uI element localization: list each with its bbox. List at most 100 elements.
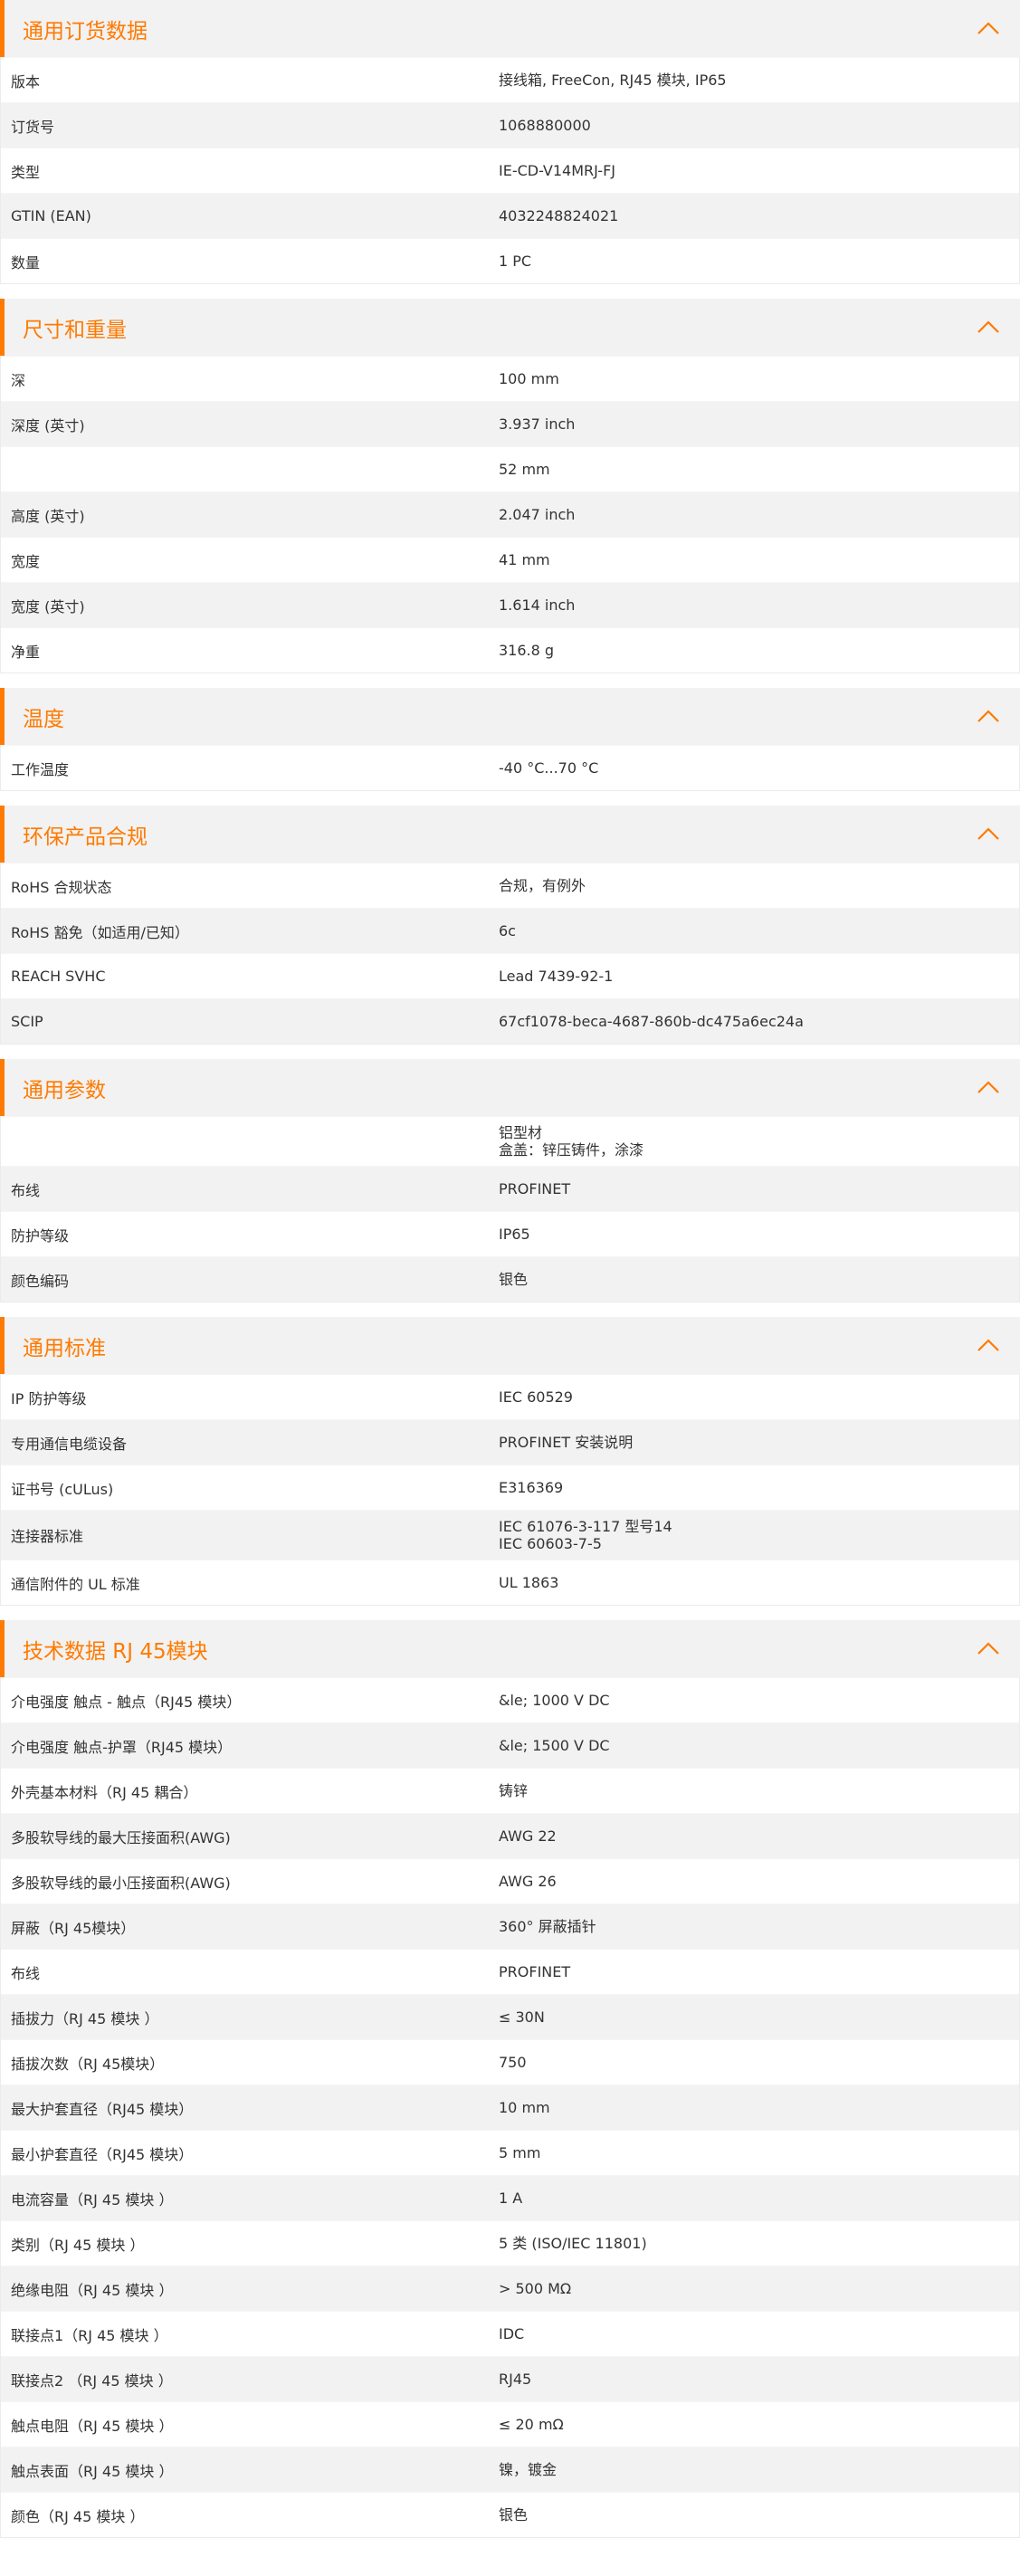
spec-label: 宽度 (英寸) xyxy=(11,597,85,615)
spec-row: 布线 PROFINET xyxy=(1,1166,1019,1211)
spec-table: 版本 接线箱, FreeCon, RJ45 模块, IP65 订货号 10688800… xyxy=(0,57,1020,284)
spec-value: IP65 xyxy=(499,1226,530,1243)
spec-value: ≤ 30N xyxy=(499,2008,545,2026)
spec-row: 插拔力（RJ 45 模块 ） ≤ 30N xyxy=(1,1994,1019,2039)
spec-row: 专用通信电缆设备 PROFINET 安装说明 xyxy=(1,1419,1019,1465)
section-title: 尺寸和重量 xyxy=(23,318,127,342)
spec-label: 布线 xyxy=(11,1964,41,1982)
spec-label: 触点电阻（RJ 45 模块 ） xyxy=(11,2417,174,2435)
section-accent-bar xyxy=(0,806,5,863)
spec-table: 介电强度 触点 - 触点（RJ45 模块） &le; 1000 V DC 介电强度 … xyxy=(0,1677,1020,2538)
spec-label: 通信附件的 UL 标准 xyxy=(11,1575,140,1593)
section-header[interactable]: 温度 xyxy=(0,688,1020,745)
chevron-up-icon[interactable] xyxy=(975,15,1002,43)
spec-value: 5 类 (ISO/IEC 11801) xyxy=(499,2235,647,2252)
spec-row: 高度 (英寸) 2.047 inch xyxy=(1,491,1019,537)
spec-value: UL 1863 xyxy=(499,1574,559,1591)
section-header[interactable]: 通用标准 xyxy=(0,1317,1020,1374)
section-accent-bar xyxy=(0,1059,5,1116)
spec-row: 绝缘电阻（RJ 45 模块 ） > 500 MΩ xyxy=(1,2266,1019,2311)
spec-value: 52 mm xyxy=(499,461,550,478)
section-header[interactable]: 通用订货数据 xyxy=(0,0,1020,57)
spec-label: 插拔力（RJ 45 模块 ） xyxy=(11,2009,159,2027)
spec-row: 颜色编码 银色 xyxy=(1,1256,1019,1302)
spec-label: 布线 xyxy=(11,1181,41,1199)
spec-label: 最大护套直径（RJ45 模块） xyxy=(11,2100,194,2118)
spec-row: 通信附件的 UL 标准 UL 1863 xyxy=(1,1560,1019,1605)
chevron-up-icon[interactable] xyxy=(975,821,1002,848)
spec-value: IE-CD-V14MRJ-FJ xyxy=(499,162,615,179)
spec-label: 深度 (英寸) xyxy=(11,416,85,434)
spec-row: 触点电阻（RJ 45 模块 ） ≤ 20 mΩ xyxy=(1,2401,1019,2447)
spec-row: 最大护套直径（RJ45 模块） 10 mm xyxy=(1,2085,1019,2130)
spec-row: 联接点2 （RJ 45 模块 ） RJ45 xyxy=(1,2356,1019,2401)
section-accent-bar xyxy=(0,1317,5,1374)
section-header[interactable]: 通用参数 xyxy=(0,1059,1020,1116)
spec-value: 1 A xyxy=(499,2190,523,2207)
spec-value: 1.614 inch xyxy=(499,596,576,614)
chevron-up-icon[interactable] xyxy=(975,1332,1002,1360)
spec-label: 专用通信电缆设备 xyxy=(11,1435,128,1453)
spec-label: RoHS 合规状态 xyxy=(11,878,112,896)
section-header[interactable]: 环保产品合规 xyxy=(0,806,1020,863)
chevron-up-icon[interactable] xyxy=(975,1074,1002,1102)
spec-value: 镍，镀金 xyxy=(499,2461,558,2478)
spec-row: IP 防护等级 IEC 60529 xyxy=(1,1374,1019,1419)
spec-label: 防护等级 xyxy=(11,1226,70,1245)
spec-section: 环保产品合规 RoHS 合规状态 合规，有例外 RoHS 豁免（如适用/已知） 6c RE… xyxy=(0,806,1020,1045)
spec-row: 深度 (英寸) 3.937 inch xyxy=(1,401,1019,446)
spec-label: 订货号 xyxy=(11,118,55,136)
spec-label: 净重 xyxy=(11,643,41,661)
spec-value: 10 mm xyxy=(499,2099,550,2116)
spec-value: 1068880000 xyxy=(499,117,591,134)
spec-label: 外壳基本材料（RJ 45 耦合） xyxy=(11,1783,198,1801)
spec-row: 宽度 41 mm xyxy=(1,537,1019,582)
spec-label: REACH SVHC xyxy=(11,968,106,985)
spec-label: RoHS 豁免（如适用/已知） xyxy=(11,923,189,941)
spec-value: 360° 屏蔽插针 xyxy=(499,1918,596,1935)
spec-value: 6c xyxy=(499,922,516,940)
section-accent-bar xyxy=(0,1620,5,1677)
chevron-up-icon[interactable] xyxy=(975,703,1002,730)
spec-value: 银色 xyxy=(499,2506,529,2524)
section-header[interactable]: 尺寸和重量 xyxy=(0,299,1020,356)
spec-label: 电流容量（RJ 45 模块 ） xyxy=(11,2190,174,2209)
spec-row: 数量 1 PC xyxy=(1,238,1019,283)
spec-row: 屏蔽（RJ 45模块） 360° 屏蔽插针 xyxy=(1,1903,1019,1949)
section-title: 通用订货数据 xyxy=(23,19,148,43)
section-accent-bar xyxy=(0,299,5,356)
spec-section: 通用订货数据版本 接线箱, FreeCon, RJ45 模块, IP65 订货号 10… xyxy=(0,0,1020,284)
spec-value: &le; 1500 V DC xyxy=(499,1737,610,1754)
spec-value: 100 mm xyxy=(499,370,559,387)
spec-row: 介电强度 触点-护罩（RJ45 模块） &le; 1500 V DC xyxy=(1,1722,1019,1768)
spec-section: 技术数据 RJ 45模块介电强度 触点 - 触点（RJ45 模块） &le; 10… xyxy=(0,1620,1020,2538)
spec-section: 尺寸和重量深 100 mm 深度 (英寸) 3.937 inch 52 mm 高度 (英寸… xyxy=(0,299,1020,673)
spec-table: 工作温度 -40 °C...70 °C xyxy=(0,745,1020,791)
spec-value: &le; 1000 V DC xyxy=(499,1692,610,1709)
spec-row: 订货号 1068880000 xyxy=(1,102,1019,148)
section-title: 环保产品合规 xyxy=(23,825,148,849)
spec-row: 净重 316.8 g xyxy=(1,627,1019,673)
spec-row: RoHS 豁免（如适用/已知） 6c xyxy=(1,908,1019,953)
spec-table: 铝型材 盒盖：锌压铸件，涂漆 布线 PROFINET 防护等级 IP65 颜色编码 银色 xyxy=(0,1116,1020,1302)
chevron-up-icon[interactable] xyxy=(975,1636,1002,1663)
section-title: 通用参数 xyxy=(23,1078,106,1102)
spec-value: 2.047 inch xyxy=(499,506,576,523)
spec-label: SCIP xyxy=(11,1013,43,1030)
spec-row: 版本 接线箱, FreeCon, RJ45 模块, IP65 xyxy=(1,57,1019,102)
spec-label: 数量 xyxy=(11,253,41,272)
spec-value: 合规，有例外 xyxy=(499,877,586,894)
section-accent-bar xyxy=(0,688,5,745)
spec-value: IEC 60529 xyxy=(499,1388,573,1406)
spec-row: 防护等级 IP65 xyxy=(1,1211,1019,1256)
chevron-up-icon[interactable] xyxy=(975,314,1002,341)
spec-label: 介电强度 触点 - 触点（RJ45 模块） xyxy=(11,1693,242,1711)
spec-page: 通用订货数据版本 接线箱, FreeCon, RJ45 模块, IP65 订货号 10… xyxy=(0,0,1020,2538)
spec-label: 屏蔽（RJ 45模块） xyxy=(11,1919,136,1937)
spec-row: 介电强度 触点 - 触点（RJ45 模块） &le; 1000 V DC xyxy=(1,1677,1019,1722)
spec-value: RJ45 xyxy=(499,2371,532,2388)
spec-label: 触点表面（RJ 45 模块 ） xyxy=(11,2462,174,2480)
spec-value: AWG 22 xyxy=(499,1827,557,1845)
spec-value: ≤ 20 mΩ xyxy=(499,2416,564,2433)
section-header[interactable]: 技术数据 RJ 45模块 xyxy=(0,1620,1020,1677)
